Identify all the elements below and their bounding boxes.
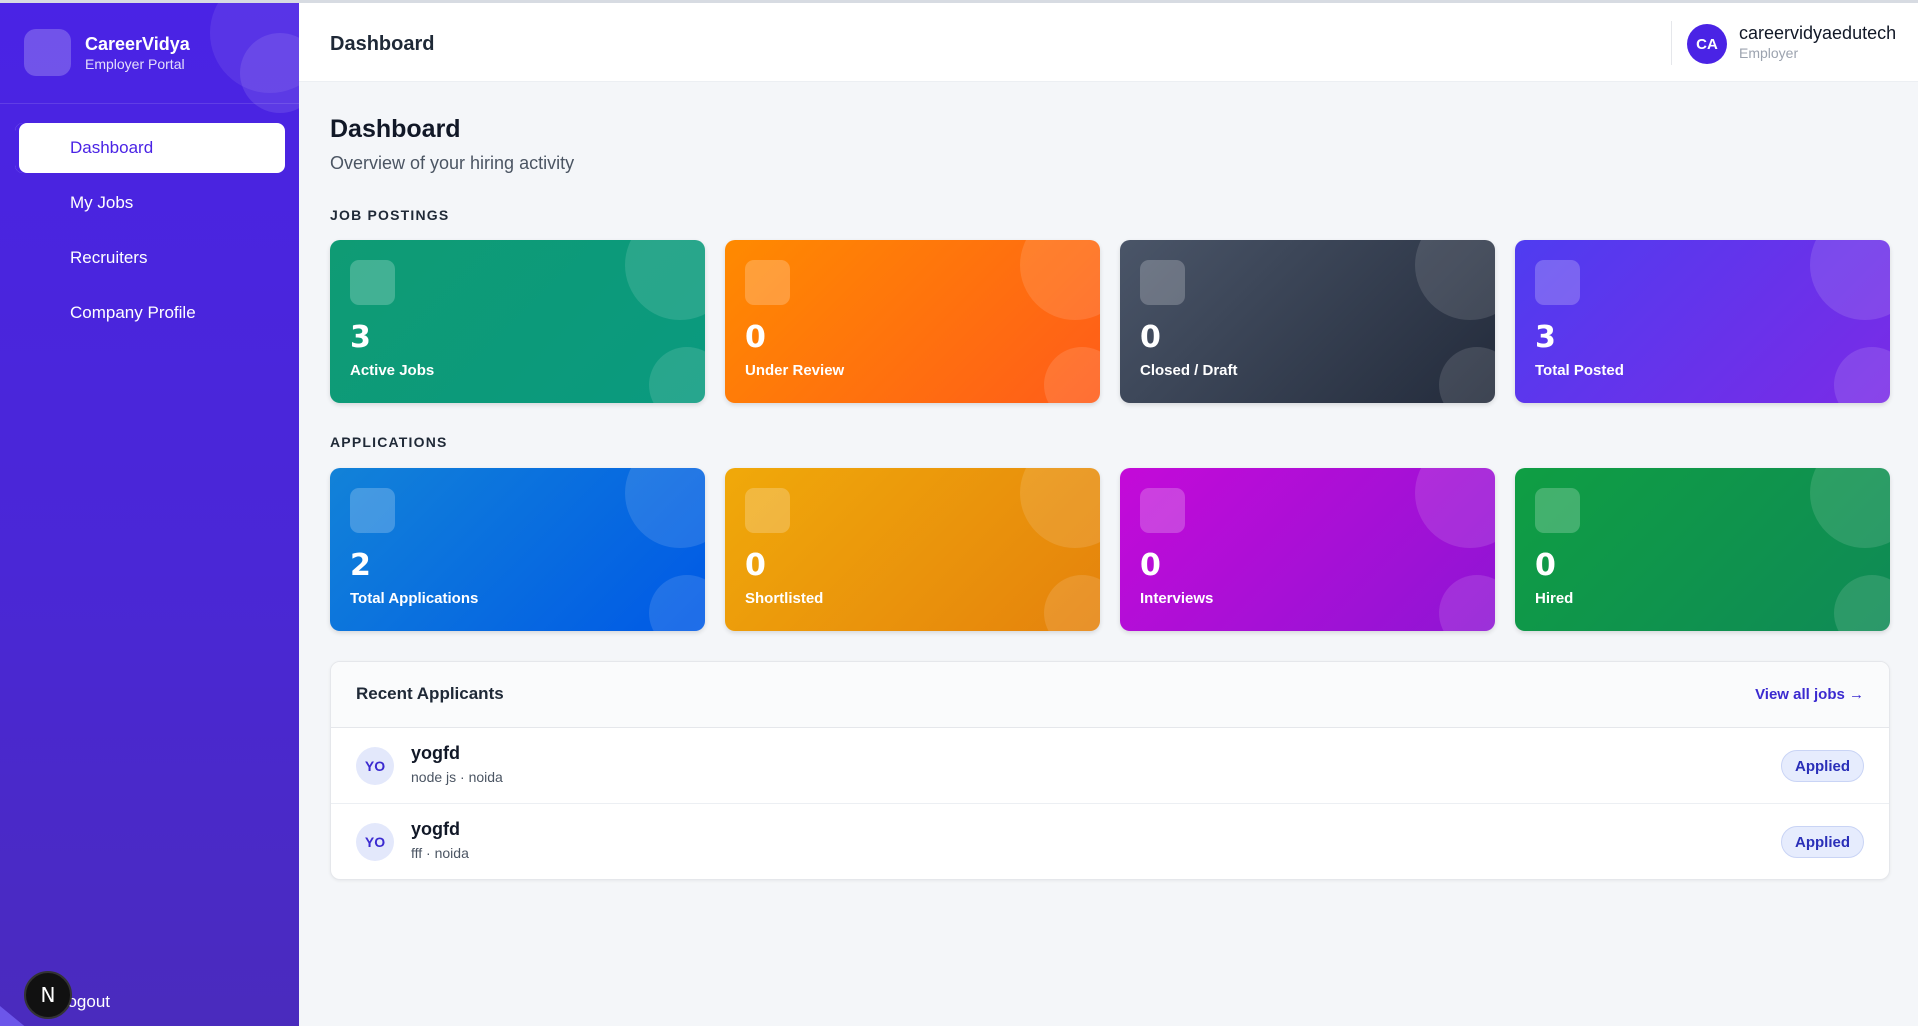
star-icon	[745, 488, 790, 533]
section-label-applications: APPLICATIONS	[330, 434, 448, 450]
stat-value: 3	[1535, 320, 1556, 355]
sidebar-item-label: Company Profile	[70, 303, 196, 322]
applicant-name: yogfd	[411, 819, 460, 839]
corner-decoration	[0, 1006, 28, 1026]
avatar: YO	[356, 747, 394, 785]
stat-card-hired[interactable]: 0 Hired	[1515, 468, 1890, 631]
sidebar-item-my-jobs[interactable]: My Jobs	[15, 178, 285, 228]
applicant-name: yogfd	[411, 743, 460, 763]
user-role: Employer	[1739, 45, 1799, 61]
stat-card-closed-draft[interactable]: 0 Closed / Draft	[1120, 240, 1495, 403]
briefcase-icon	[350, 260, 395, 305]
status-badge: Applied	[1781, 826, 1864, 858]
sidebar-item-label: My Jobs	[70, 193, 134, 212]
sidebar-nav: Dashboard My Jobs Recruiters Company Pro…	[15, 123, 285, 343]
view-all-jobs-link[interactable]: View all jobs →	[1755, 686, 1864, 703]
sidebar-item-label: Recruiters	[70, 248, 148, 267]
list-item[interactable]: YO yogfd fff · noida Applied	[331, 804, 1889, 879]
top-header: Dashboard CA careervidyaedutech Employer	[299, 3, 1918, 82]
recent-applicants-panel: Recent Applicants View all jobs → YO yog…	[330, 661, 1890, 880]
stat-value: 3	[350, 320, 371, 355]
stat-card-shortlisted[interactable]: 0 Shortlisted	[725, 468, 1100, 631]
applicant-meta: node js · noida	[411, 769, 503, 785]
stat-label: Interviews	[1140, 590, 1214, 607]
applicant-meta: fff · noida	[411, 845, 469, 861]
panel-title: Recent Applicants	[356, 684, 504, 703]
stat-card-total-posted[interactable]: 3 Total Posted	[1515, 240, 1890, 403]
status-badge: Applied	[1781, 750, 1864, 782]
brand-subtitle: Employer Portal	[85, 55, 185, 72]
stat-card-active-jobs[interactable]: 3 Active Jobs	[330, 240, 705, 403]
users-icon	[350, 488, 395, 533]
section-label-job-postings: JOB POSTINGS	[330, 207, 450, 223]
archive-icon	[1140, 260, 1185, 305]
stat-label: Total Posted	[1535, 362, 1624, 379]
sidebar-item-label: Dashboard	[70, 138, 154, 157]
stat-value: 0	[1140, 320, 1161, 355]
stat-value: 0	[1140, 548, 1161, 583]
sidebar-item-recruiters[interactable]: Recruiters	[15, 233, 285, 283]
stat-card-under-review[interactable]: 0 Under Review	[725, 240, 1100, 403]
list-item[interactable]: YO yogfd node js · noida Applied	[331, 728, 1889, 804]
stat-value: 0	[745, 548, 766, 583]
dev-tools-badge-icon[interactable]: N	[24, 971, 72, 1019]
clock-icon	[745, 260, 790, 305]
logout-button[interactable]: N Logout	[24, 971, 110, 1019]
user-name: careervidyaedutech	[1739, 23, 1897, 43]
stat-label: Under Review	[745, 362, 845, 379]
stat-value: 0	[745, 320, 766, 355]
panel-header: Recent Applicants View all jobs →	[331, 662, 1889, 728]
sidebar-divider	[0, 103, 299, 104]
stat-label: Active Jobs	[350, 362, 435, 379]
stat-label: Hired	[1535, 590, 1574, 607]
stat-value: 0	[1535, 548, 1556, 583]
header-divider	[1671, 21, 1672, 65]
stat-label: Total Applications	[350, 590, 479, 607]
avatar: YO	[356, 823, 394, 861]
header-title: Dashboard	[330, 33, 435, 55]
brand-name: CareerVidya	[85, 33, 190, 54]
stat-card-total-applications[interactable]: 2 Total Applications	[330, 468, 705, 631]
stat-label: Closed / Draft	[1140, 362, 1238, 379]
stat-label: Shortlisted	[745, 590, 824, 607]
top-border	[0, 0, 1918, 3]
brand[interactable]: CareerVidya Employer Portal	[24, 29, 190, 76]
calendar-icon	[1140, 488, 1185, 533]
user-menu[interactable]: CA careervidyaedutech Employer	[1687, 22, 1896, 64]
sidebar: CareerVidya Employer Portal Dashboard My…	[0, 3, 299, 1026]
document-icon	[1535, 260, 1580, 305]
check-icon	[1535, 488, 1580, 533]
page-title: Dashboard	[330, 115, 461, 143]
page-subtitle: Overview of your hiring activity	[330, 153, 575, 173]
stat-value: 2	[350, 548, 371, 583]
sidebar-item-dashboard[interactable]: Dashboard	[15, 123, 285, 173]
stat-card-interviews[interactable]: 0 Interviews	[1120, 468, 1495, 631]
brand-logo-icon	[24, 29, 71, 76]
avatar: CA	[1687, 24, 1727, 64]
sidebar-item-company-profile[interactable]: Company Profile	[15, 288, 285, 338]
